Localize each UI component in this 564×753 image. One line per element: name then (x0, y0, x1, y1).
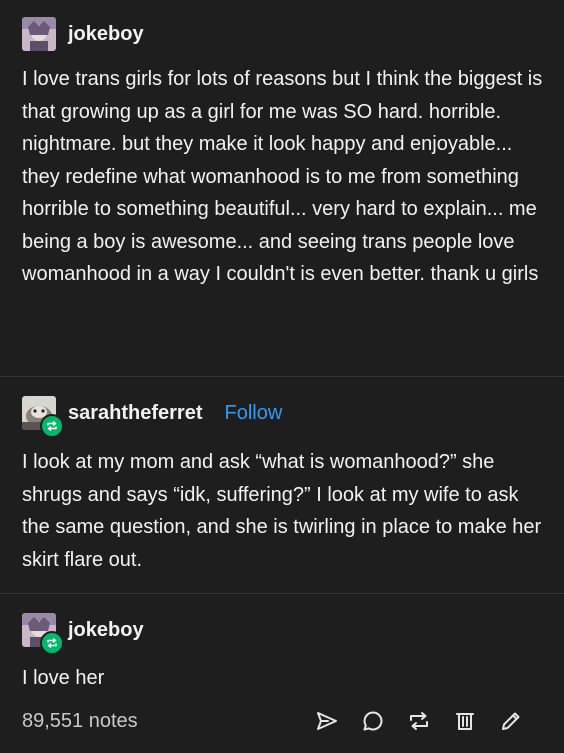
action-bar (314, 708, 524, 734)
notes-count[interactable]: 89,551 notes (22, 710, 138, 733)
username[interactable]: jokeboy (68, 619, 144, 642)
post-body: I look at my mom and ask “what is womanh… (22, 451, 542, 571)
reblog-badge-icon (40, 631, 64, 655)
speech-bubble-icon[interactable] (360, 708, 386, 734)
post-header: sarahtheferret Follow (22, 395, 283, 438)
post-header: jokeboy (22, 16, 144, 52)
pencil-icon[interactable] (498, 708, 524, 734)
username[interactable]: sarahtheferret (68, 402, 203, 425)
post-body: I love trans girls for lots of reasons b… (22, 68, 543, 285)
reblog-icon[interactable] (406, 708, 432, 734)
post-header: jokeboy (22, 612, 144, 655)
avatar[interactable] (22, 396, 64, 438)
divider (0, 593, 564, 594)
follow-button[interactable]: Follow (225, 402, 283, 425)
post-body: I love her (22, 667, 105, 689)
reblog-badge-icon (40, 414, 64, 438)
avatar[interactable] (22, 613, 64, 655)
paper-plane-icon[interactable] (314, 708, 340, 734)
post-footer: 89,551 notes (0, 700, 564, 746)
username[interactable]: jokeboy (68, 23, 144, 46)
avatar[interactable] (22, 17, 56, 51)
trash-icon[interactable] (452, 708, 478, 734)
divider (0, 376, 564, 377)
